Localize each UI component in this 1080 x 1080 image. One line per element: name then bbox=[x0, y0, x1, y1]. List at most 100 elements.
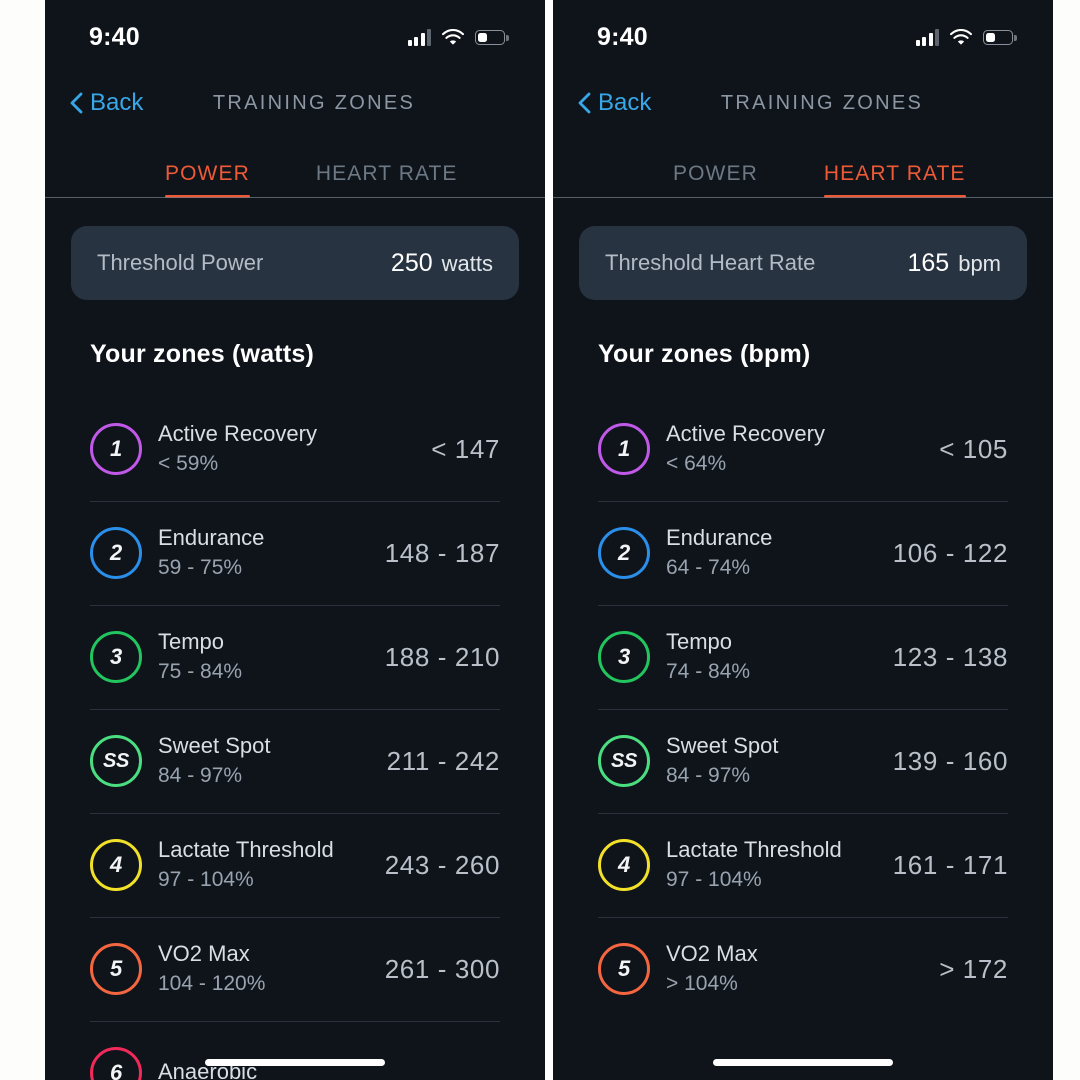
zone-percent-range: > 104% bbox=[666, 971, 738, 995]
zone-name: Lactate Threshold bbox=[158, 836, 334, 862]
back-button-label: Back bbox=[598, 89, 652, 116]
threshold-value-group: 165 bpm bbox=[907, 249, 1001, 278]
status-bar-icons bbox=[915, 28, 1017, 46]
zone-text-group: Sweet Spot 84 - 97% bbox=[158, 732, 377, 791]
zone-value-range: > 172 bbox=[939, 953, 1008, 984]
threshold-label: Threshold Power bbox=[97, 250, 264, 275]
zone-row[interactable]: 3 Tempo 74 - 84% 123 - 138 bbox=[598, 605, 1008, 709]
zone-value-range: 148 - 187 bbox=[384, 537, 500, 568]
zone-name: Endurance bbox=[158, 524, 265, 550]
zone-list-heart-rate: 1 Active Recovery < 64% < 105 2 Endurance 64 -… bbox=[579, 397, 1027, 1021]
zone-badge-icon: 3 bbox=[598, 631, 650, 683]
zone-value-range: 188 - 210 bbox=[384, 641, 500, 672]
phone-screen-heart-rate: 9:40 Back TRAINING ZONES POWER HEART RAT… bbox=[553, 0, 1053, 1080]
zone-row[interactable]: 3 Tempo 75 - 84% 188 - 210 bbox=[90, 605, 500, 709]
zone-text-group: Active Recovery < 59% bbox=[158, 420, 421, 479]
zone-name: Active Recovery bbox=[158, 420, 317, 446]
threshold-value: 165 bbox=[907, 248, 950, 277]
zone-percent-range: < 64% bbox=[666, 451, 727, 475]
phone-screen-power: 9:40 Back TRAINING ZONES POWER HEART RAT… bbox=[45, 0, 545, 1080]
zone-badge-icon: SS bbox=[90, 735, 142, 787]
zone-value-range: 106 - 122 bbox=[892, 537, 1008, 568]
zone-name: Active Recovery bbox=[666, 420, 825, 446]
zone-value-range: 243 - 260 bbox=[384, 849, 500, 880]
zone-value-range: 261 - 300 bbox=[384, 953, 500, 984]
zone-row[interactable]: 4 Lactate Threshold 97 - 104% 243 - 260 bbox=[90, 813, 500, 917]
zone-value-range: 139 - 160 bbox=[892, 745, 1008, 776]
zone-row[interactable]: SS Sweet Spot 84 - 97% 211 - 242 bbox=[90, 709, 500, 813]
zone-row[interactable]: 4 Lactate Threshold 97 - 104% 161 - 171 bbox=[598, 813, 1008, 917]
zone-text-group: Sweet Spot 84 - 97% bbox=[666, 732, 883, 791]
home-indicator bbox=[713, 1059, 893, 1066]
status-bar: 9:40 bbox=[45, 0, 545, 74]
zone-row[interactable]: 5 VO2 Max 104 - 120% 261 - 300 bbox=[90, 917, 500, 1021]
zone-row[interactable]: SS Sweet Spot 84 - 97% 139 - 160 bbox=[598, 709, 1008, 813]
zones-section-title: Your zones (watts) bbox=[90, 340, 314, 368]
threshold-value-group: 250 watts bbox=[391, 249, 493, 278]
zone-row[interactable]: 1 Active Recovery < 59% < 147 bbox=[90, 397, 500, 501]
zone-value-range: 161 - 171 bbox=[892, 849, 1008, 880]
back-button-label: Back bbox=[90, 89, 144, 116]
zone-text-group: Endurance 59 - 75% bbox=[158, 524, 375, 583]
battery-low-icon bbox=[983, 29, 1017, 45]
navigation-bar: Back TRAINING ZONES bbox=[45, 74, 545, 132]
tab-power[interactable]: POWER bbox=[165, 162, 250, 198]
zone-text-group: Lactate Threshold 97 - 104% bbox=[666, 836, 883, 895]
zone-badge-icon: SS bbox=[598, 735, 650, 787]
zone-row[interactable]: 2 Endurance 64 - 74% 106 - 122 bbox=[598, 501, 1008, 605]
wifi-icon bbox=[442, 29, 464, 45]
status-bar-icons bbox=[407, 28, 509, 46]
zone-badge-icon: 2 bbox=[598, 527, 650, 579]
status-bar: 9:40 bbox=[553, 0, 1053, 74]
chevron-left-icon bbox=[577, 92, 591, 114]
tab-power[interactable]: POWER bbox=[673, 162, 758, 198]
zone-name: VO2 Max bbox=[666, 940, 758, 966]
zone-percent-range: 84 - 97% bbox=[666, 763, 751, 787]
panel-content-power: Threshold Power 250 watts Your zones (wa… bbox=[45, 226, 545, 1080]
zone-name: Endurance bbox=[666, 524, 773, 550]
zone-list-power: 1 Active Recovery < 59% < 147 2 Endurance 59 -… bbox=[71, 397, 519, 1080]
zone-text-group: Tempo 75 - 84% bbox=[158, 628, 375, 687]
zone-percent-range: 74 - 84% bbox=[666, 659, 751, 683]
zone-row[interactable]: 6 Anaerobic bbox=[90, 1021, 500, 1080]
zone-badge-icon: 1 bbox=[598, 423, 650, 475]
zone-badge-icon: 2 bbox=[90, 527, 142, 579]
threshold-card-heart-rate[interactable]: Threshold Heart Rate 165 bpm bbox=[579, 226, 1027, 300]
zone-name: Sweet Spot bbox=[666, 732, 779, 758]
zone-row[interactable]: 1 Active Recovery < 64% < 105 bbox=[598, 397, 1008, 501]
battery-low-icon bbox=[475, 29, 509, 45]
zone-badge-icon: 6 bbox=[90, 1047, 142, 1080]
zone-percent-range: 97 - 104% bbox=[158, 867, 254, 891]
zone-badge-icon: 3 bbox=[90, 631, 142, 683]
zone-badge-icon: 1 bbox=[90, 423, 142, 475]
zone-row[interactable]: 2 Endurance 59 - 75% 148 - 187 bbox=[90, 501, 500, 605]
threshold-value: 250 bbox=[390, 248, 433, 277]
tab-heart-rate[interactable]: HEART RATE bbox=[316, 162, 458, 198]
zone-badge-icon: 5 bbox=[598, 943, 650, 995]
zone-text-group: Lactate Threshold 97 - 104% bbox=[158, 836, 375, 895]
back-button[interactable]: Back bbox=[577, 89, 651, 117]
cellular-bars-icon bbox=[915, 28, 939, 46]
navigation-bar: Back TRAINING ZONES bbox=[553, 74, 1053, 132]
zone-percent-range: 64 - 74% bbox=[666, 555, 751, 579]
zone-text-group: Tempo 74 - 84% bbox=[666, 628, 883, 687]
home-indicator bbox=[205, 1059, 385, 1066]
zone-badge-icon: 5 bbox=[90, 943, 142, 995]
zone-text-group: VO2 Max 104 - 120% bbox=[158, 940, 375, 999]
screenshot-stage: 9:40 Back TRAINING ZONES POWER HEART RAT… bbox=[0, 0, 1080, 1080]
tab-heart-rate[interactable]: HEART RATE bbox=[823, 162, 966, 198]
threshold-card-power[interactable]: Threshold Power 250 watts bbox=[71, 226, 519, 300]
cellular-bars-icon bbox=[407, 28, 431, 46]
zone-text-group: VO2 Max > 104% bbox=[666, 940, 929, 999]
panel-separator bbox=[545, 0, 553, 1080]
zone-badge-icon: 4 bbox=[598, 839, 650, 891]
zone-percent-range: 59 - 75% bbox=[158, 555, 243, 579]
zone-badge-icon: 4 bbox=[90, 839, 142, 891]
zone-name: Tempo bbox=[666, 628, 733, 654]
zone-percent-range: 84 - 97% bbox=[158, 763, 243, 787]
back-button[interactable]: Back bbox=[69, 89, 143, 117]
zone-name: Tempo bbox=[158, 628, 225, 654]
zones-section-title: Your zones (bpm) bbox=[598, 340, 811, 368]
chevron-left-icon bbox=[69, 92, 83, 114]
zone-row[interactable]: 5 VO2 Max > 104% > 172 bbox=[598, 917, 1008, 1021]
